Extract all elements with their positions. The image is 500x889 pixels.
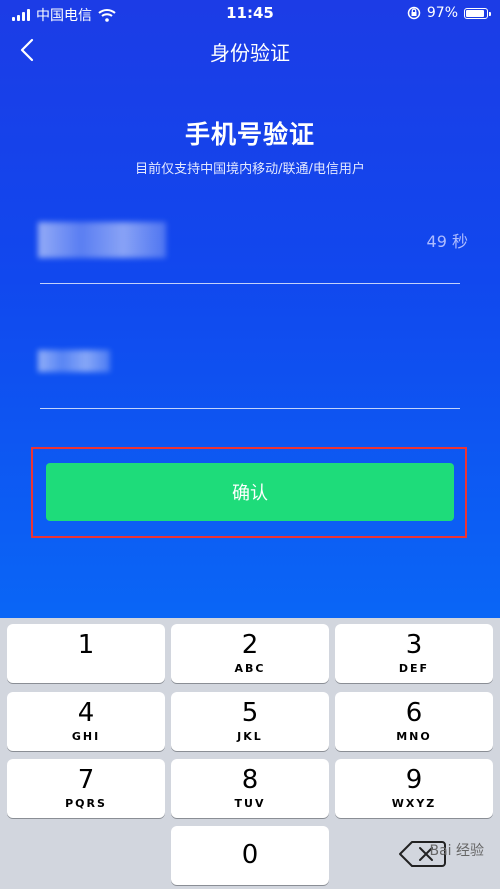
key-6[interactable]: 6 MNO [335,692,493,751]
verification-heading: 手机号验证 [184,120,315,149]
nav-bar: 身份验证 [0,28,500,72]
status-right: 97% [407,5,491,21]
battery-icon [464,7,491,19]
battery-percent: 97% [426,5,458,21]
key-1[interactable]: 1 [7,624,165,683]
key-digit: 9 [405,765,423,795]
key-0[interactable]: 0 [171,826,329,885]
key-digit: 4 [77,698,95,728]
status-bar: 中国电信 11:45 97% [0,0,500,28]
key-letters: JKL [237,730,263,743]
page-title: 身份验证 [210,41,290,65]
key-digit: 7 [77,765,95,795]
watermark-text: Bai 经验 [429,843,484,859]
key-letters: ABC [234,662,266,675]
key-letters: MNO [396,730,432,743]
key-letters: GHI [71,730,101,743]
key-digit: 3 [405,630,423,660]
key-digit: 8 [241,765,259,795]
key-digit: 2 [241,630,259,660]
key-digit: 6 [405,698,423,728]
key-2[interactable]: 2 ABC [171,624,329,683]
redacted-phone-number [38,222,166,258]
confirm-button[interactable]: 确认 [46,463,454,521]
key-digit: 1 [77,630,95,660]
key-digit: 0 [241,840,259,870]
key-3[interactable]: 3 DEF [335,624,493,683]
key-5[interactable]: 5 JKL [171,692,329,751]
key-9[interactable]: 9 WXYZ [335,759,493,818]
verification-subtitle: 目前仅支持中国境内移动/联通/电信用户 [135,162,365,177]
key-4[interactable]: 4 GHI [7,692,165,751]
key-7[interactable]: 7 PQRS [7,759,165,818]
orientation-lock-icon [407,6,421,20]
key-letters: WXYZ [391,797,437,810]
countdown-timer: 49 秒 [426,232,468,251]
app-screen: 中国电信 11:45 97% 身份验证 手机号验证 目前仅支持中国境内移动/联通… [0,0,500,618]
redacted-verification-code [38,350,110,372]
key-8[interactable]: 8 TUV [171,759,329,818]
key-digit: 5 [241,698,259,728]
key-letters: DEF [398,662,430,675]
key-letters: PQRS [65,797,107,810]
key-letters: TUV [234,797,266,810]
